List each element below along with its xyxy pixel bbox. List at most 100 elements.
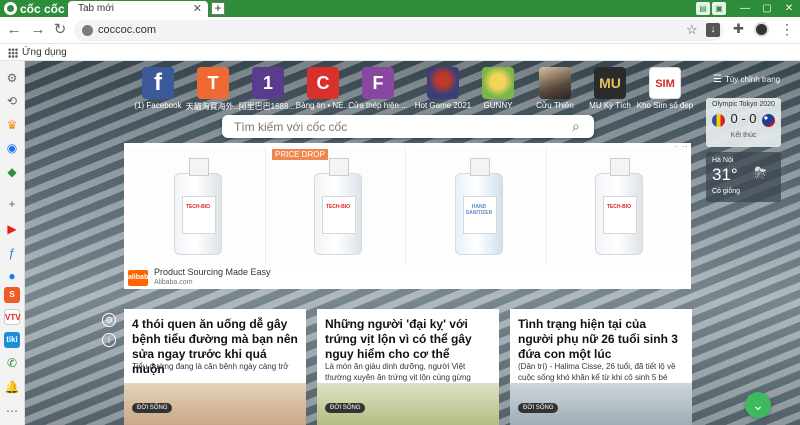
bookmark-star-icon[interactable]: ☆ (686, 22, 698, 38)
weather-city: Hà Nội (712, 157, 734, 164)
menu-icon[interactable]: ⋮ (780, 21, 794, 38)
sanitizer-bottle: TECH-BIO (595, 158, 643, 255)
news-title[interactable]: Những người 'đại kỵ' với trứng vịt lộn v… (325, 317, 491, 362)
ad-product-image[interactable]: HAND SANITIZER (409, 147, 547, 265)
vtv-icon[interactable]: VTV (4, 309, 21, 325)
more-icon[interactable]: ⋯ (4, 403, 20, 419)
close-window-icon[interactable]: ✕ (782, 2, 796, 15)
weather-temp: 31° (712, 165, 738, 184)
speed-dial-tile[interactable]: Cửu Thiên (525, 65, 585, 117)
maximize-icon[interactable]: ▢ (760, 2, 774, 15)
settings-icon[interactable]: ⚙ (4, 70, 20, 86)
brand-label: cốc cốc (20, 1, 65, 16)
toolbar: ← → ↻ coccoc.com ☆ ↓ (0, 17, 800, 44)
price-drop-badge: PRICE DROP (272, 149, 328, 160)
door-shop-tile-icon: F (362, 67, 394, 99)
news-card[interactable]: Tình trạng hiện tại của người phụ nữ 26 … (510, 309, 692, 425)
back-button[interactable]: ← (6, 22, 22, 38)
olympic-widget[interactable]: Olympic Tokyo 2020 0 - 0 Kết thúc (706, 98, 781, 147)
whatsapp-icon[interactable]: ✆ (4, 355, 20, 371)
bottle-label: TECH-BIO (606, 204, 632, 210)
download-icon[interactable]: ↓ (706, 23, 720, 37)
ad-domain: Alibaba.com (154, 279, 193, 286)
speed-dial-tile[interactable]: 1 阿里巴巴1688.... (238, 65, 298, 117)
search-box: ⌕ (222, 115, 594, 138)
olympic-title: Olympic Tokyo 2020 (712, 101, 775, 108)
speed-dial-tile[interactable]: GUNNY (468, 65, 528, 117)
cuu-thien-tile-icon (539, 67, 571, 99)
reader-icon[interactable]: ▣ (712, 2, 726, 15)
extensions-icon[interactable]: ✚ (733, 21, 744, 37)
crown-icon[interactable]: ♛ (4, 117, 20, 133)
minimize-icon[interactable]: — (738, 2, 752, 15)
tab-new-tab[interactable]: Tab mới ✕ (68, 1, 208, 17)
news-category-badge: ĐỜI SỐNG (325, 403, 366, 413)
coccoc-logo-icon (4, 2, 17, 15)
tile-label: Hot Game 2021 (414, 101, 472, 110)
speed-dial-tile[interactable]: Hot Game 2021 (413, 65, 473, 117)
history-icon[interactable]: ⟲ (4, 93, 20, 109)
apps-grid-icon[interactable] (8, 48, 18, 58)
ad-product-image[interactable]: TECH-BIO (128, 147, 266, 265)
browser-brand[interactable]: cốc cốc (4, 1, 65, 16)
profile-avatar[interactable] (754, 22, 769, 37)
notification-bell-icon[interactable]: 🔔 (4, 379, 20, 395)
new-tab-button[interactable]: + (211, 2, 225, 15)
apps-link[interactable]: Ứng dụng (22, 47, 67, 58)
info-icon[interactable]: i (102, 333, 116, 347)
sidebar: ⚙ ⟲ ♛ ◉ ◆ + ▶ ƒ ● S VTV tiki ✆ 🔔 ⋯ (0, 61, 25, 425)
bottle-label: TECH-BIO (185, 204, 211, 210)
site-info-icon[interactable] (82, 25, 93, 36)
news-category-badge: ĐỜI SỐNG (132, 403, 173, 413)
game-icon[interactable]: ◆ (4, 164, 20, 180)
speed-dial: f (1) Facebook T 天貓淘寶海外... 1 阿里巴巴1688...… (128, 65, 708, 117)
address-bar[interactable]: coccoc.com ☆ ↓ (74, 20, 724, 41)
ad-product-image[interactable]: PRICE DROP TECH-BIO (268, 147, 406, 265)
ad-product-image[interactable]: TECH-BIO (549, 147, 687, 265)
weather-widget[interactable]: Hà Nội 31° Có giông ⛈ (706, 152, 781, 202)
tile-label: MU Kỳ Tích (589, 101, 631, 110)
speed-dial-tile[interactable]: T 天貓淘寶海外... (183, 65, 243, 117)
sliders-icon: ☰ (713, 74, 722, 85)
speed-dial-tile[interactable]: SIM Kho Sim số đẹp (635, 65, 695, 117)
news-summary: Tiểu đường đang là căn bệnh ngày càng tr… (132, 362, 289, 371)
tab-title: Tab mới (78, 3, 115, 14)
speed-dial-tile[interactable]: f (1) Facebook (128, 65, 188, 117)
news-card[interactable]: 4 thói quen ăn uống dễ gây bệnh tiểu đườ… (124, 309, 306, 425)
settings-icon[interactable]: ⚙ (102, 313, 116, 327)
search-icon[interactable]: ⌕ (572, 118, 580, 135)
ad-banner[interactable]: ▷✕ TECH-BIO PRICE DROP TECH-BIO HAND SAN… (124, 143, 691, 289)
bottle-label: TECH-BIO (325, 204, 351, 210)
news-summary: (Dân trí) - Halima Cisse, 26 tuổi, đã ti… (518, 362, 676, 382)
mu-tile-icon: MU (594, 67, 626, 99)
zalo-icon[interactable]: ● (4, 268, 20, 284)
speed-dial-tile[interactable]: MU MU Kỳ Tích (580, 65, 640, 117)
alibaba-tile-icon: 1 (252, 67, 284, 99)
tiki-icon[interactable]: tiki (4, 332, 20, 348)
flag-icon (712, 114, 725, 127)
speed-dial-tile[interactable]: C Bảng tin • NE... (293, 65, 353, 117)
translate-icon[interactable]: ▤ (696, 2, 710, 15)
taobao-tile-icon: T (197, 67, 229, 99)
add-sidebar-icon[interactable]: + (4, 196, 20, 212)
tile-label: Bảng tin • NE... (295, 101, 351, 110)
customize-page-button[interactable]: ☰ Tùy chỉnh trang (713, 74, 780, 85)
facebook-icon[interactable]: ƒ (4, 245, 20, 261)
messenger-icon[interactable]: ◉ (4, 140, 20, 156)
close-tab-icon[interactable]: ✕ (193, 1, 202, 17)
ad-title[interactable]: Product Sourcing Made Easy (154, 267, 271, 277)
shopee-icon[interactable]: S (4, 287, 20, 303)
tile-label: 阿里巴巴1688.... (238, 102, 298, 111)
url-text[interactable]: coccoc.com (98, 24, 156, 36)
search-input[interactable] (234, 118, 554, 135)
scroll-down-button[interactable]: ⌄ (745, 392, 771, 418)
youtube-icon[interactable]: ▶ (4, 221, 20, 237)
sim-tile-icon: SIM (649, 67, 681, 99)
match-status: Kết thúc (730, 132, 757, 139)
speed-dial-tile[interactable]: F Cửa thép hiện ... (348, 65, 408, 117)
news-card[interactable]: Những người 'đại kỵ' với trứng vịt lộn v… (317, 309, 499, 425)
tile-label: GUNNY (483, 101, 513, 110)
forward-button[interactable]: → (30, 22, 46, 38)
reload-button[interactable]: ↻ (52, 22, 68, 38)
news-title[interactable]: Tình trạng hiện tại của người phụ nữ 26 … (518, 317, 684, 362)
